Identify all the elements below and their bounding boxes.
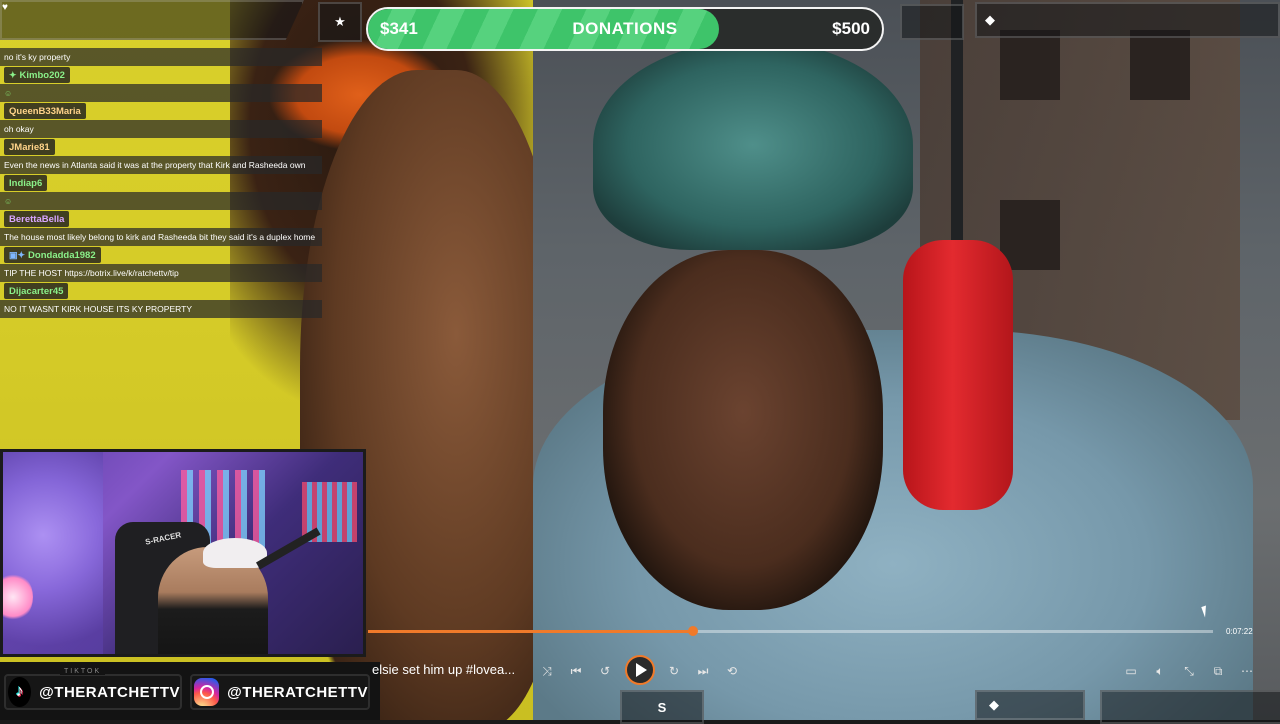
rewind-icon[interactable]: ↺ [596,662,614,680]
player-controls: elsie set him up #lovea... ⤨ ⏮ ↺ ↻ ⏭ ⟲ ▭… [368,650,1280,690]
instagram-icon [194,678,220,706]
socials-bar: TIKTOK ♪ @THERATCHETTV @THERATCHETTV [0,662,380,720]
timecode: 0:07:22 [1226,627,1253,636]
seek-bar[interactable] [368,626,1213,636]
volume-icon[interactable]: 🔈︎ [1151,662,1169,680]
chat-message: oh okay [0,120,322,138]
chat-message: Even the news in Atlanta said it was at … [0,156,322,174]
chat-username: ▣✦ Dondadda1982 [4,247,101,263]
chat-message: TIP THE HOST https://botrix.live/k/ratch… [0,264,322,282]
chat-username: ✦ Kimbo202 [4,67,70,83]
microphone-image [903,240,1013,510]
play-button[interactable] [625,655,655,685]
chat-message: ☺ [0,84,322,102]
tiktok-handle-badge: TIKTOK ♪ @THERATCHETTV [4,668,182,710]
video-right-panel [533,0,1280,720]
donation-goal-bar: DONATIONS $341 $500 [366,7,884,51]
hud-bottom-label: S [657,699,667,715]
more-options-icon[interactable]: ⋯ [1238,662,1256,680]
hud-top-right-frame-small [900,4,964,40]
hud-top-right-frame: ◆ [975,2,1280,38]
minimize-icon[interactable]: ⤡ [1180,662,1198,680]
webcam-feed: S-RACER [0,449,366,657]
donation-current-amount: $341 [380,19,418,38]
instagram-handle-badge: @THERATCHETTV [190,674,370,710]
chat-message: The house most likely belong to kirk and… [0,228,322,246]
drop-icon: ◆ [989,697,999,712]
hud-bottom-right-frame-2 [1100,690,1280,724]
chat-message: ☺ [0,192,322,210]
previous-icon[interactable]: ⏮ [567,662,585,680]
tiktok-icon: ♪ [8,677,32,707]
instagram-handle: @THERATCHETTV [227,683,368,701]
donation-goal-amount: $500 [832,19,870,38]
donation-label: DONATIONS [572,19,678,38]
chat-message: NO IT WASNT KIRK HOUSE ITS KY PROPERTY [0,300,322,318]
chat-overlay: no it's ky property ✦ Kimbo202 ☺ QueenB33… [0,48,324,318]
tiktok-handle: @THERATCHETTV [39,683,180,701]
chat-badge-icon: ✦ [9,69,17,80]
chat-username: Dijacarter45 [4,283,69,299]
shuffle-icon[interactable]: ⤨ [538,662,556,680]
emote-icon: ☺ [4,88,13,98]
chat-message: no it's ky property [0,48,322,66]
hud-bottom-frame: S [620,690,704,724]
video-title: elsie set him up #lovea... [372,662,516,677]
chat-username: Indiap6 [4,175,48,191]
tiktok-tag: TIKTOK [60,668,106,675]
hud-top-left-frame [0,0,304,40]
hud-star-frame: ★ [318,2,362,42]
seek-bar-fill [368,630,694,633]
chat-badge-icon: ▣✦ [9,249,26,260]
chat-username: BerettaBella [4,211,70,227]
forward-icon[interactable]: ↻ [665,662,683,680]
chat-username: JMarie81 [4,139,55,155]
repeat-icon[interactable]: ⟲ [723,662,741,680]
hud-bottom-right-frame: ◆ [975,690,1085,720]
captions-icon[interactable]: ▭ [1122,662,1140,680]
chair-brand-label: S-RACER [144,530,182,547]
next-icon[interactable]: ⏭ [694,662,712,680]
star-icon: ★ [334,14,346,29]
heart-icon: ♥ [2,2,8,13]
emote-icon: ☺ [4,196,13,206]
drop-icon: ◆ [985,12,995,27]
chat-username: QueenB33Maria [4,103,86,119]
pip-icon[interactable]: ⧉ [1209,662,1227,680]
